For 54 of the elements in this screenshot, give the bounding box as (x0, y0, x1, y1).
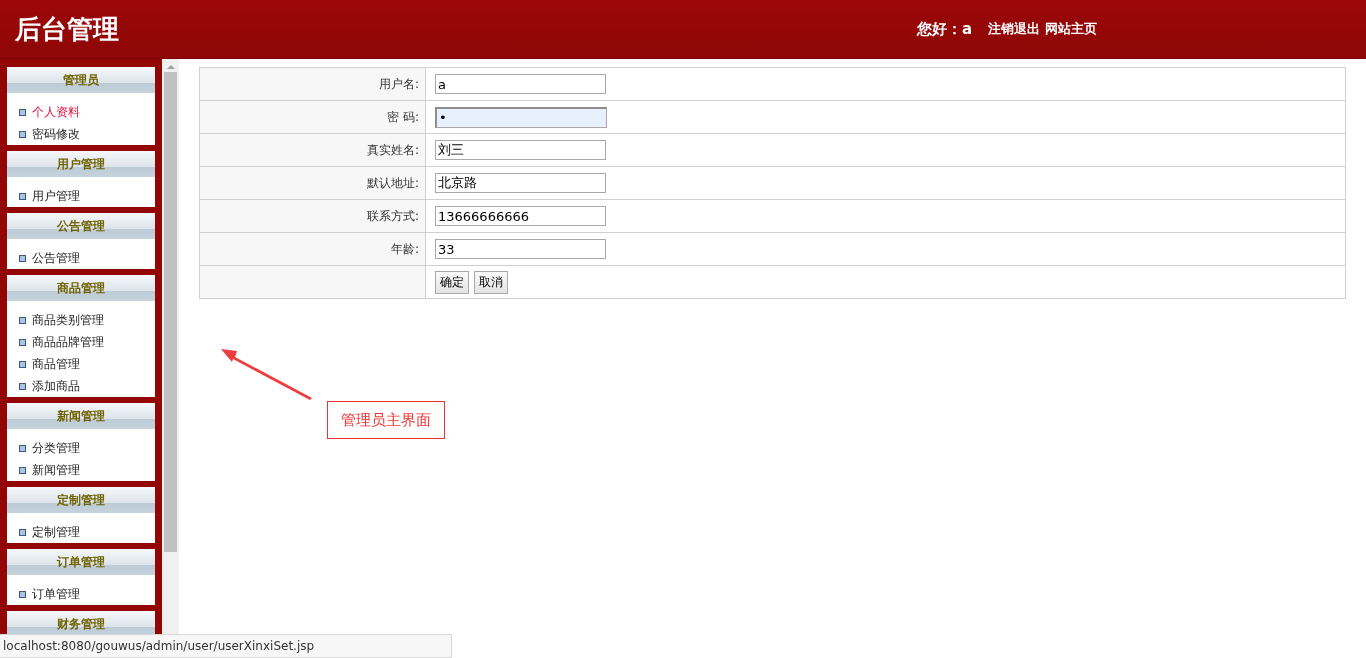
bullet-icon (19, 338, 26, 346)
menu-item[interactable]: 商品管理 (32, 355, 80, 373)
status-url: localhost:8080/gouwus/admin/user/userXinxiSet.jsp (0, 634, 452, 658)
menu-item[interactable]: 分类管理 (32, 439, 80, 457)
menu-group-heading[interactable]: 管理员 (7, 67, 155, 93)
field-label: 年龄: (199, 232, 426, 266)
field-label: 默认地址: (199, 166, 426, 200)
menu-group-heading[interactable]: 定制管理 (7, 487, 155, 513)
form-button[interactable]: 确定 (435, 270, 469, 294)
bullet-icon (19, 466, 26, 474)
greeting-text: 您好：a (917, 19, 973, 39)
menu-group-heading[interactable]: 公告管理 (7, 213, 155, 239)
menu-item[interactable]: 定制管理 (32, 523, 80, 541)
bullet-icon (19, 444, 26, 452)
menu-item[interactable]: 订单管理 (32, 585, 80, 603)
annotation-label: 管理员主界面 (327, 401, 445, 439)
input-field[interactable]: a (435, 74, 606, 94)
field-label: 真实姓名: (199, 133, 426, 167)
menu-item[interactable]: 新闻管理 (32, 461, 80, 479)
bullet-icon (19, 590, 26, 598)
header-link[interactable]: 注销退出 (988, 20, 1041, 38)
header-link[interactable]: 网站主页 (1045, 20, 1098, 38)
field-label: 用户名: (199, 67, 426, 101)
bullet-icon (19, 108, 26, 116)
menu-group-heading[interactable]: 商品管理 (7, 275, 155, 301)
menu-group-heading[interactable]: 新闻管理 (7, 403, 155, 429)
site-title: 后台管理 (15, 12, 120, 46)
input-field[interactable]: • (435, 106, 607, 128)
menu-item[interactable]: 公告管理 (32, 249, 80, 267)
menu-item[interactable]: 商品类别管理 (32, 311, 104, 329)
bullet-icon (19, 316, 26, 324)
menu-group-heading[interactable]: 财务管理 (7, 611, 155, 634)
menu-item[interactable]: 用户管理 (32, 187, 80, 205)
input-field[interactable]: 北京路 (435, 173, 606, 193)
bullet-icon (19, 528, 26, 536)
input-field[interactable]: 刘三 (435, 140, 606, 160)
bullet-icon (19, 192, 26, 200)
field-label: 联系方式: (199, 199, 426, 233)
menu-item[interactable]: 个人资料 (32, 103, 80, 121)
menu-item[interactable]: 商品品牌管理 (32, 333, 104, 351)
scrollbar-thumb[interactable] (164, 72, 177, 552)
menu-item[interactable]: 添加商品 (32, 377, 80, 395)
bullet-icon (19, 130, 26, 138)
input-field[interactable]: 13666666666 (435, 206, 606, 226)
field-label: 密 码: (199, 100, 426, 134)
menu-item[interactable]: 密码修改 (32, 125, 80, 143)
bullet-icon (19, 382, 26, 390)
bullet-icon (19, 360, 26, 368)
bullet-icon (19, 254, 26, 262)
scrollbar[interactable] (162, 59, 179, 634)
menu-group-heading[interactable]: 用户管理 (7, 151, 155, 177)
input-field[interactable]: 33 (435, 239, 606, 259)
menu-group-heading[interactable]: 订单管理 (7, 549, 155, 575)
form-button[interactable]: 取消 (474, 270, 508, 294)
